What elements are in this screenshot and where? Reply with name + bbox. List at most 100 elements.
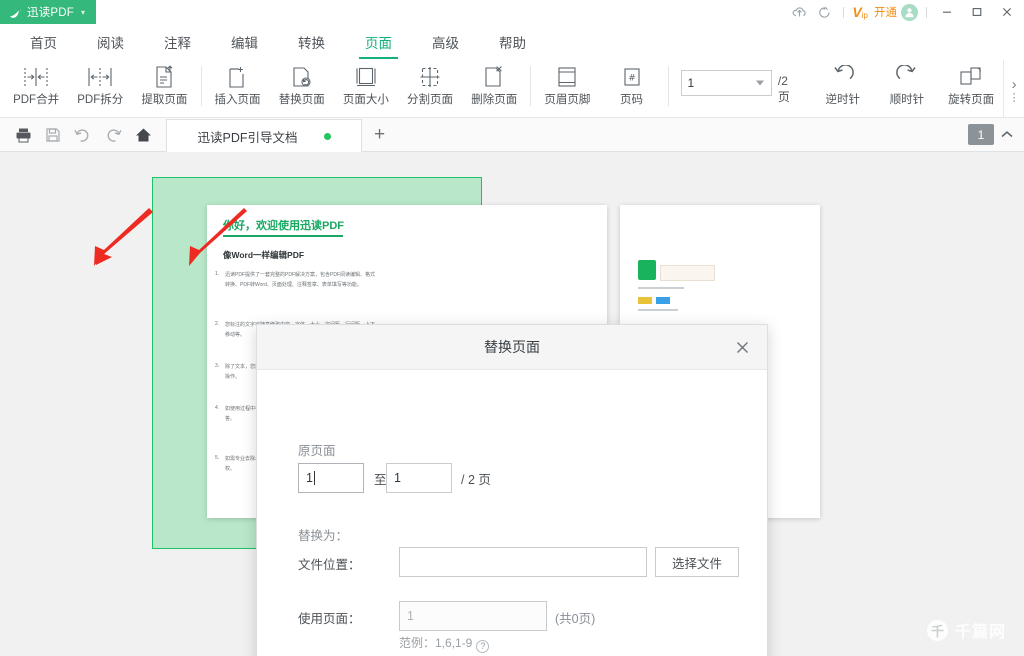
extract-page-icon (153, 63, 175, 90)
activate-vip-link[interactable]: 开通 (874, 4, 897, 20)
source-to-input[interactable]: 1 (386, 463, 452, 493)
main-menu-bar: 首页 阅读 注释 编辑 转换 页面 高级 帮助 (0, 24, 1024, 60)
minimize-button[interactable] (932, 0, 962, 24)
dialog-close-button[interactable] (729, 334, 755, 360)
rotate-ccw-button[interactable]: 逆时针 (811, 60, 875, 116)
vip-badge[interactable]: V ip (849, 5, 874, 19)
source-pages-label: 原页面 (298, 440, 336, 459)
choose-file-label: 选择文件 (672, 553, 722, 572)
dialog-title: 替换页面 (484, 337, 540, 357)
document-tab[interactable]: 迅读PDF引导文档 (166, 119, 362, 152)
header-footer-label: 页眉页脚 (544, 91, 590, 107)
print-icon[interactable] (8, 122, 38, 148)
replace-page-button[interactable]: 替换页面 (270, 60, 334, 116)
menu-tab-annotate[interactable]: 注释 (144, 24, 211, 60)
menu-tab-label: 首页 (30, 32, 57, 52)
tabstrip-right-controls: 1 (968, 124, 1024, 145)
rotate-cw-button[interactable]: 顺时针 (875, 60, 939, 116)
menu-tab-edit[interactable]: 编辑 (211, 24, 278, 60)
list-number: 5. (215, 455, 219, 461)
ribbon-overflow-button[interactable]: › ⋮ (1003, 60, 1024, 118)
menu-tab-advanced[interactable]: 高级 (412, 24, 479, 60)
page-size-button[interactable]: 页面大小 (334, 60, 398, 116)
current-page-select[interactable]: 1 (681, 70, 772, 96)
rotate-ccw-icon (830, 63, 856, 90)
menu-tab-help[interactable]: 帮助 (479, 24, 546, 60)
dialog-header: 替换页面 (257, 325, 767, 370)
page-number-button[interactable]: # 页码 (599, 60, 663, 116)
menu-tab-label: 页面 (365, 32, 392, 52)
svg-text:#: # (628, 73, 636, 83)
split-pdf-icon (87, 63, 113, 90)
document-viewer[interactable]: 你好，欢迎使用迅读PDF 像Word一样编辑PDF 1. 迅读PDF提供了一套完… (0, 152, 1024, 656)
delete-page-button[interactable]: 删除页面 (462, 60, 526, 116)
file-location-label: 文件位置： (298, 554, 361, 573)
use-pages-input[interactable]: 1 (399, 601, 547, 631)
logo-dropdown-caret-icon[interactable]: ▾ (81, 8, 85, 17)
app-logo[interactable]: 迅读PDF ▾ (0, 0, 96, 24)
page2-color-chip (656, 297, 670, 304)
vip-mark: V (852, 5, 861, 19)
rotate-ccw-label: 逆时针 (826, 91, 861, 107)
replace-page-dialog[interactable]: 替换页面 原页面 1 至 1 / 2 页 替换为： 文件位置： (256, 324, 768, 656)
home-icon[interactable] (128, 122, 158, 148)
split-pdf-button[interactable]: PDF拆分 (68, 60, 132, 116)
text-cursor (314, 471, 315, 485)
source-from-input[interactable]: 1 (298, 463, 364, 493)
help-icon[interactable]: ? (476, 640, 489, 653)
page2-callout-card (660, 265, 715, 281)
application-window: 迅读PDF ▾ V ip 开通 (0, 0, 1024, 656)
collapse-ribbon-button[interactable] (1000, 128, 1014, 142)
close-button[interactable] (992, 0, 1022, 24)
use-pages-total-label: (共0页) (555, 608, 595, 627)
file-path-input[interactable] (399, 547, 647, 577)
rotate-page-icon (958, 63, 984, 90)
ribbon-divider (668, 66, 669, 106)
range-between-label: 至 (374, 469, 387, 488)
title-bar: 迅读PDF ▾ V ip 开通 (0, 0, 1024, 24)
menu-tab-home[interactable]: 首页 (10, 24, 77, 60)
page-size-icon (354, 63, 378, 90)
bird-logo-icon (9, 7, 22, 18)
page2-text-line (638, 309, 678, 311)
page-number-icon: # (620, 63, 644, 90)
save-icon[interactable] (38, 122, 68, 148)
split-page-button[interactable]: 分割页面 (398, 60, 462, 116)
new-tab-button[interactable]: + (374, 124, 385, 146)
replace-page-icon (291, 63, 313, 90)
extract-page-button[interactable]: 提取页面 (132, 60, 196, 116)
header-footer-button[interactable]: 页眉页脚 (535, 60, 599, 116)
list-number: 2. (215, 321, 219, 327)
document-tab-strip: 迅读PDF引导文档 + 1 (0, 118, 1024, 152)
menu-tab-convert[interactable]: 转换 (278, 24, 345, 60)
merge-pdf-label: PDF合并 (13, 91, 59, 107)
choose-file-button[interactable]: 选择文件 (655, 547, 739, 577)
chevron-down-icon[interactable] (756, 81, 764, 86)
menu-tab-page[interactable]: 页面 (345, 24, 412, 60)
page-number-label: 页码 (620, 91, 643, 107)
watermark-logo-icon: 千 (927, 620, 948, 641)
rotate-page-button[interactable]: 旋转页面 (939, 60, 1003, 116)
replace-with-label: 替换为： (298, 525, 348, 544)
merge-pdf-icon (23, 63, 49, 90)
divider (926, 7, 927, 18)
split-page-icon (418, 63, 442, 90)
replace-page-label: 替换页面 (279, 91, 325, 107)
page-indicator-badge[interactable]: 1 (968, 124, 994, 145)
delete-page-label: 删除页面 (471, 91, 517, 107)
cloud-upload-icon[interactable] (786, 0, 812, 24)
maximize-button[interactable] (962, 0, 992, 24)
insert-page-button[interactable]: 插入页面 (205, 60, 269, 116)
avatar[interactable] (901, 4, 918, 21)
list-item: 迅读PDF提供了一套完整的PDF解决方案，包含PDF阅读编辑、格式转换、PDF转… (225, 271, 375, 290)
insert-page-icon (227, 63, 249, 90)
undo-icon[interactable] (68, 122, 98, 148)
share-icon[interactable] (812, 0, 838, 24)
menu-tab-read[interactable]: 阅读 (77, 24, 144, 60)
merge-pdf-button[interactable]: PDF合并 (4, 60, 68, 116)
document-heading: 你好，欢迎使用迅读PDF (223, 217, 344, 233)
rotate-page-label: 旋转页面 (948, 91, 994, 107)
ribbon-divider (201, 66, 202, 106)
watermark-text: 千篇网 (955, 618, 1006, 642)
redo-icon[interactable] (98, 122, 128, 148)
